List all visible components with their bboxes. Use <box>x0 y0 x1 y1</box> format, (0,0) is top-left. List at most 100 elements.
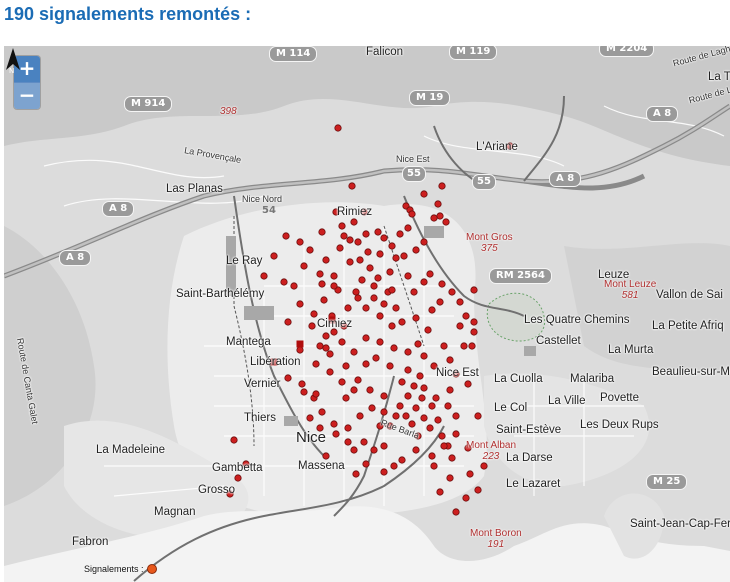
signalement-marker[interactable] <box>312 360 320 368</box>
signalement-marker[interactable] <box>468 342 476 350</box>
signalement-marker[interactable] <box>296 346 304 354</box>
signalement-marker[interactable] <box>424 326 432 334</box>
signalement-marker[interactable] <box>412 246 420 254</box>
signalement-marker[interactable] <box>452 370 460 378</box>
signalement-marker[interactable] <box>330 420 338 428</box>
signalement-marker[interactable] <box>344 304 352 312</box>
signalement-marker[interactable] <box>368 404 376 412</box>
signalement-marker[interactable] <box>322 344 330 352</box>
signalement-marker[interactable] <box>376 422 384 430</box>
signalement-marker[interactable] <box>464 380 472 388</box>
signalement-marker[interactable] <box>396 402 404 410</box>
signalement-marker[interactable] <box>362 460 370 468</box>
signalement-marker[interactable] <box>226 490 234 498</box>
signalement-marker[interactable] <box>402 412 410 420</box>
signalement-marker[interactable] <box>464 444 472 452</box>
signalement-marker[interactable] <box>326 350 334 358</box>
signalement-marker[interactable] <box>412 446 420 454</box>
map-basemap[interactable] <box>4 46 730 582</box>
signalement-marker[interactable] <box>270 252 278 260</box>
signalement-marker[interactable] <box>428 306 436 314</box>
signalement-marker[interactable] <box>374 274 382 282</box>
signalement-marker[interactable] <box>418 394 426 402</box>
signalement-marker[interactable] <box>376 250 384 258</box>
signalement-marker[interactable] <box>408 420 416 428</box>
signalement-marker[interactable] <box>242 460 250 468</box>
signalement-marker[interactable] <box>440 342 448 350</box>
signalement-marker[interactable] <box>366 264 374 272</box>
signalement-marker[interactable] <box>306 414 314 422</box>
signalement-marker[interactable] <box>420 278 428 286</box>
signalement-marker[interactable] <box>404 392 412 400</box>
signalement-marker[interactable] <box>456 298 464 306</box>
signalement-marker[interactable] <box>390 344 398 352</box>
signalement-marker[interactable] <box>358 276 366 284</box>
signalement-marker[interactable] <box>452 508 460 516</box>
signalement-marker[interactable] <box>436 298 444 306</box>
signalement-marker[interactable] <box>338 222 346 230</box>
signalement-marker[interactable] <box>420 238 428 246</box>
signalement-marker[interactable] <box>332 208 340 216</box>
signalement-marker[interactable] <box>380 234 388 242</box>
signalement-marker[interactable] <box>322 256 330 264</box>
signalement-marker[interactable] <box>410 288 418 296</box>
signalement-marker[interactable] <box>460 342 468 350</box>
signalement-marker[interactable] <box>376 338 384 346</box>
signalement-marker[interactable] <box>298 380 306 388</box>
signalement-marker[interactable] <box>474 486 482 494</box>
signalement-marker[interactable] <box>310 310 318 318</box>
signalement-marker[interactable] <box>280 278 288 286</box>
signalement-marker[interactable] <box>412 404 420 412</box>
signalement-marker[interactable] <box>398 378 406 386</box>
signalement-marker[interactable] <box>350 348 358 356</box>
signalement-marker[interactable] <box>408 210 416 218</box>
signalement-marker[interactable] <box>296 238 304 246</box>
signalement-marker[interactable] <box>404 366 412 374</box>
signalement-marker[interactable] <box>442 218 450 226</box>
map-view[interactable]: + − M 114 M 119 M 2204 M 914 M 19 A 8 A … <box>4 46 730 582</box>
signalement-marker[interactable] <box>386 268 394 276</box>
signalement-marker[interactable] <box>392 304 400 312</box>
signalement-marker[interactable] <box>296 340 304 348</box>
signalement-marker[interactable] <box>282 232 290 240</box>
signalement-marker[interactable] <box>480 462 488 470</box>
signalement-marker[interactable] <box>462 312 470 320</box>
signalement-marker[interactable] <box>376 312 384 320</box>
signalement-marker[interactable] <box>470 286 478 294</box>
signalement-marker[interactable] <box>290 282 298 290</box>
signalement-marker[interactable] <box>404 348 412 356</box>
signalement-marker[interactable] <box>414 432 422 440</box>
signalement-marker[interactable] <box>340 322 348 330</box>
signalement-marker[interactable] <box>416 372 424 380</box>
signalement-marker[interactable] <box>426 270 434 278</box>
signalement-marker[interactable] <box>362 230 370 238</box>
signalement-marker[interactable] <box>390 462 398 470</box>
signalement-marker[interactable] <box>452 430 460 438</box>
signalement-marker[interactable] <box>446 474 454 482</box>
signalement-marker[interactable] <box>432 394 440 402</box>
signalement-marker[interactable] <box>474 412 482 420</box>
signalement-marker[interactable] <box>316 424 324 432</box>
signalement-marker[interactable] <box>374 228 382 236</box>
signalement-marker[interactable] <box>270 358 278 366</box>
signalement-marker[interactable] <box>414 340 422 348</box>
signalement-marker[interactable] <box>352 288 360 296</box>
signalement-marker[interactable] <box>456 322 464 330</box>
signalement-marker[interactable] <box>380 408 388 416</box>
signalement-marker[interactable] <box>388 322 396 330</box>
signalement-marker[interactable] <box>326 368 334 376</box>
signalement-marker[interactable] <box>428 452 436 460</box>
signalement-marker[interactable] <box>350 218 358 226</box>
signalement-marker[interactable] <box>372 354 380 362</box>
signalement-marker[interactable] <box>260 272 268 280</box>
signalement-marker[interactable] <box>342 362 350 370</box>
signalement-marker[interactable] <box>318 280 326 288</box>
signalement-marker[interactable] <box>330 328 338 336</box>
signalement-marker[interactable] <box>370 282 378 290</box>
signalement-marker[interactable] <box>308 322 316 330</box>
signalement-marker[interactable] <box>330 282 338 290</box>
signalement-marker[interactable] <box>430 214 438 222</box>
signalement-marker[interactable] <box>388 242 396 250</box>
signalement-marker[interactable] <box>448 288 456 296</box>
signalement-marker[interactable] <box>398 318 406 326</box>
